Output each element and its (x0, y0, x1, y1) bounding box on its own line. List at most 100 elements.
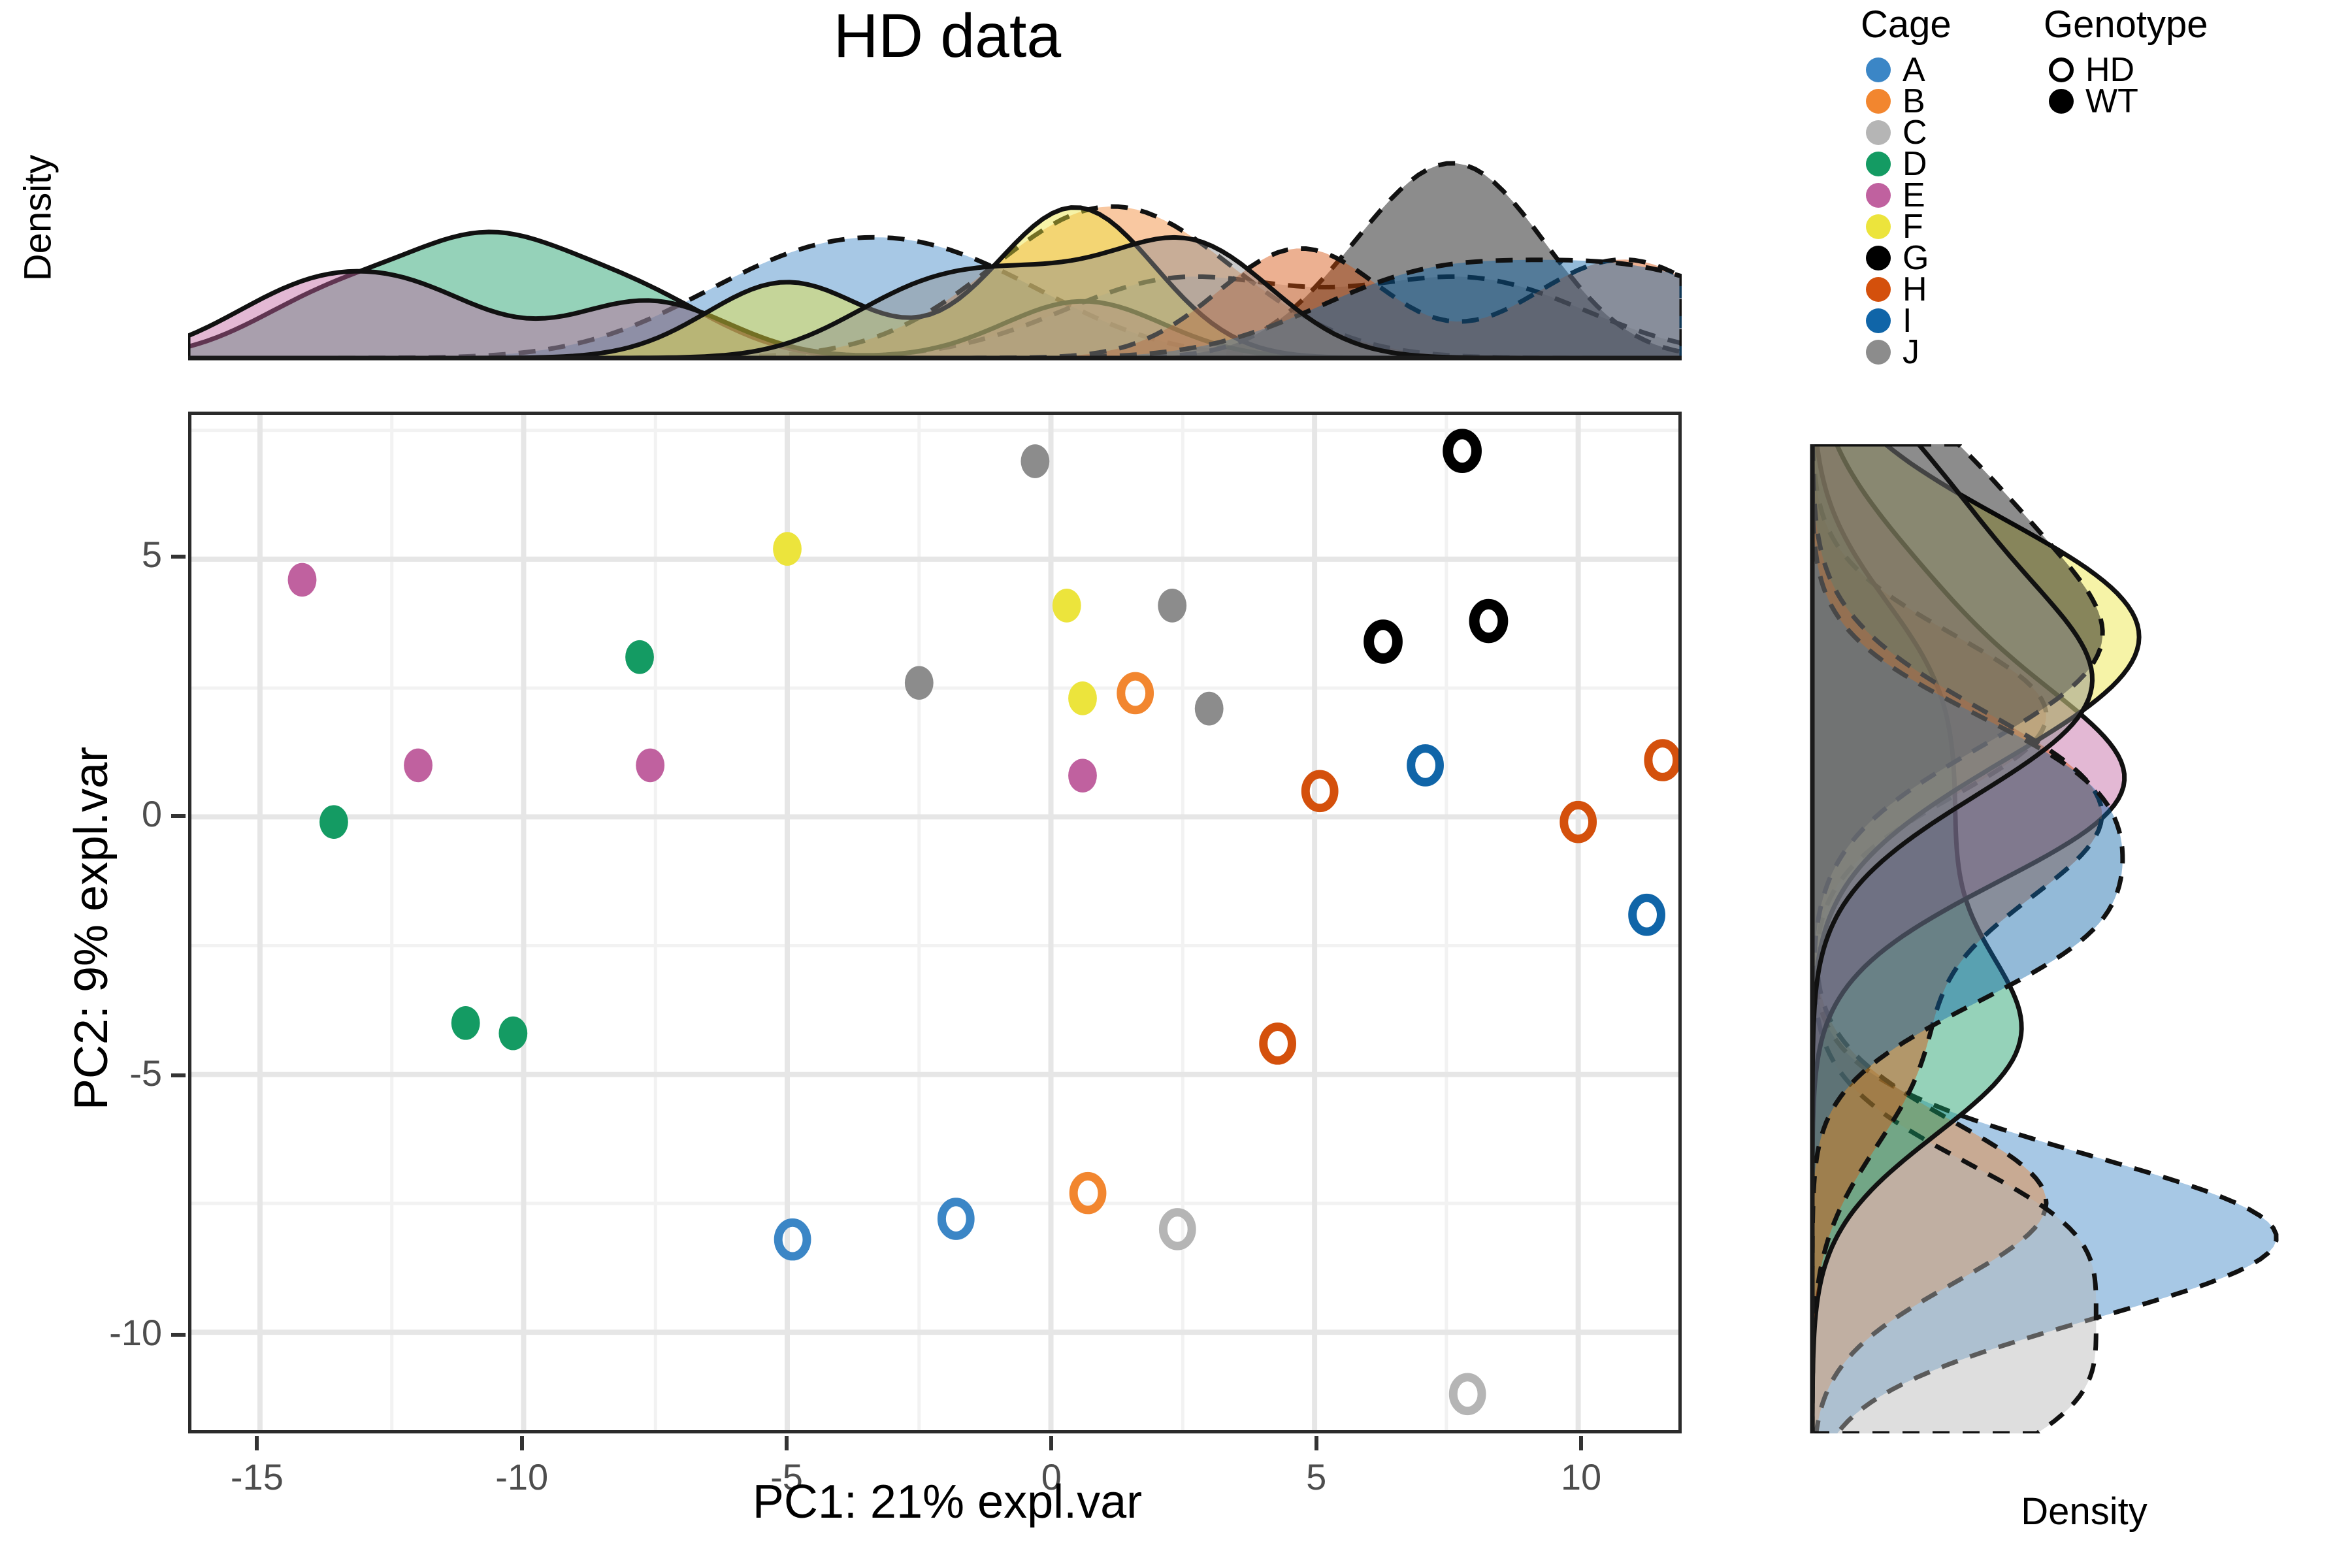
scatter-point (1158, 589, 1187, 623)
scatter-point (773, 532, 802, 566)
scatter-point (1301, 770, 1339, 813)
legend-cage-label: D (1903, 145, 1927, 183)
scatter-point (1117, 672, 1154, 715)
y-tick-mark (171, 1073, 186, 1078)
legend-cage-item-B[interactable]: B (1861, 82, 1952, 120)
legend-cage-label: F (1903, 208, 1923, 246)
scatter-point (1644, 739, 1678, 781)
y-axis-title: PC2: 9% expl.var (65, 746, 118, 1111)
legend-cage-item-C[interactable]: C (1861, 114, 1952, 152)
legend-genotype-item-HD[interactable]: HD (2044, 51, 2208, 89)
scatter-point (1628, 893, 1665, 936)
legend-cage-label: C (1903, 114, 1927, 152)
scatter-point (1259, 1022, 1296, 1065)
cage-color-swatch (1861, 274, 1896, 305)
legend-cage-item-J[interactable]: J (1861, 333, 1952, 371)
scatter-point (451, 1005, 480, 1040)
scatter-point (625, 640, 654, 674)
circle-icon (1866, 183, 1891, 208)
legend-cage: Cage ABCDEFGHIJ (1861, 3, 1952, 371)
x-tick-mark (1578, 1436, 1583, 1450)
x-tick-mark (1314, 1436, 1318, 1450)
legend-cage-title: Cage (1861, 3, 1952, 46)
legend-cage-label: G (1903, 239, 1929, 277)
scatter-point (636, 748, 665, 783)
x-tick-mark (519, 1436, 524, 1450)
x-tick-label: 10 (1560, 1456, 1602, 1497)
circle-icon (1866, 308, 1891, 333)
scatter-point (1443, 429, 1482, 474)
y-tick-mark (171, 814, 186, 819)
legend-genotype-title: Genotype (2044, 3, 2208, 46)
scatter-point (937, 1198, 975, 1240)
legend-cage-item-E[interactable]: E (1861, 176, 1952, 214)
genotype-shape-swatch (2044, 86, 2079, 117)
legend-genotype-label: WT (2085, 82, 2138, 120)
legend-cage-item-F[interactable]: F (1861, 208, 1952, 246)
x-tick-mark (785, 1436, 789, 1450)
legend-genotype-label: HD (2085, 51, 2135, 89)
scatter-point (1052, 589, 1081, 623)
circle-icon (1866, 214, 1891, 239)
y-tick-mark (171, 1333, 186, 1337)
top-marginal-density-plot (188, 145, 1682, 361)
genotype-shape-swatch (2044, 54, 2079, 86)
scatter-point (498, 1016, 528, 1051)
x-tick-mark (255, 1436, 259, 1450)
legend-cage-item-I[interactable]: I (1861, 302, 1952, 340)
scatter-point (1194, 691, 1224, 726)
page-title: HD data (833, 1, 1062, 71)
legend-cage-item-H[interactable]: H (1861, 270, 1952, 308)
legend-genotype: Genotype HD WT (2044, 3, 2208, 120)
circle-icon (1866, 152, 1891, 176)
scatter-point (1068, 681, 1097, 715)
cage-color-swatch (1861, 86, 1896, 117)
circle-icon (1866, 120, 1891, 145)
circle-icon (1866, 89, 1891, 114)
legend-cage-item-A[interactable]: A (1861, 51, 1952, 89)
legend-cage-label: A (1903, 51, 1925, 89)
cage-color-swatch (1861, 54, 1896, 86)
cage-color-swatch (1861, 242, 1896, 274)
cage-color-swatch (1861, 305, 1896, 336)
scatter-point (1469, 598, 1509, 644)
cage-color-swatch (1861, 336, 1896, 368)
scatter-point (1448, 1373, 1486, 1416)
scatter-point (404, 748, 433, 783)
legend-cage-label: E (1903, 176, 1925, 214)
scatter-point (1407, 744, 1444, 787)
scatter-point (774, 1218, 811, 1261)
circle-icon (1866, 340, 1891, 365)
scatter-point (904, 666, 934, 700)
x-axis-title: PC1: 21% expl.var (752, 1476, 1143, 1528)
legend-cage-label: H (1903, 270, 1927, 308)
cage-color-swatch (1861, 117, 1896, 148)
top-density-axis-label: Density (16, 154, 59, 282)
legend-genotype-item-WT[interactable]: WT (2044, 82, 2208, 120)
scatter-plot-panel (188, 412, 1682, 1433)
right-marginal-density-plot (1810, 444, 2352, 1433)
legend-cage-item-G[interactable]: G (1861, 239, 1952, 277)
scatter-point (287, 563, 317, 597)
x-tick-label: -15 (230, 1456, 284, 1497)
circle-icon (1866, 277, 1891, 302)
legend-cage-label: J (1903, 333, 1919, 371)
y-tick-mark (171, 555, 186, 559)
scatter-point (1364, 619, 1403, 664)
scatter-point (1068, 759, 1097, 793)
circle-icon (1866, 57, 1891, 82)
legend-cage-item-D[interactable]: D (1861, 145, 1952, 183)
scatter-point (1158, 1208, 1196, 1250)
open-circle-icon (2049, 57, 2074, 82)
legend-cage-label: B (1903, 82, 1925, 120)
legend-cage-label: I (1903, 302, 1912, 340)
filled-circle-icon (2049, 89, 2074, 114)
cage-color-swatch (1861, 148, 1896, 180)
cage-color-swatch (1861, 180, 1896, 211)
x-tick-mark (1049, 1436, 1054, 1450)
scatter-point (1021, 444, 1050, 478)
circle-icon (1866, 246, 1891, 270)
scatter-point (319, 805, 348, 840)
right-density-axis-label: Density (2021, 1490, 2148, 1533)
cage-color-swatch (1861, 211, 1896, 242)
